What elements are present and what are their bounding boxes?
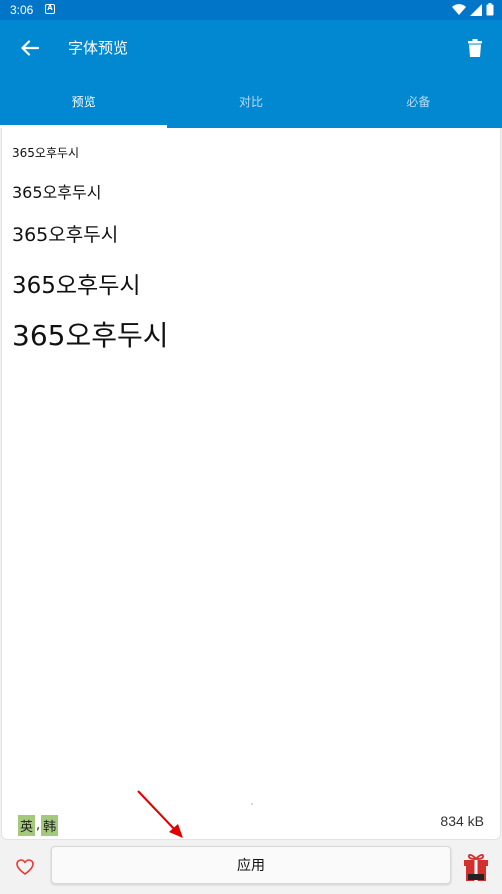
preview-line-xl: 365오후두시 [12,319,169,352]
gift-button[interactable] [462,852,490,882]
tab-essentials[interactable]: 必备 [335,75,502,128]
preview-line-xs: 365오후두시 [12,146,80,160]
signal-icon [470,3,482,16]
heart-icon [16,859,34,875]
notification-icon: A [45,4,55,14]
tab-preview[interactable]: 预览 [0,75,168,128]
scroll-dot [251,803,253,805]
preview-line-l: 365오후두시 [12,273,141,299]
favorite-button[interactable] [13,856,37,878]
back-button[interactable] [14,32,46,64]
tab-bar: 预览 对比 必备 [0,75,502,128]
apply-button[interactable]: 应用 [51,846,451,884]
preview-line-s: 365오후두시 [12,183,102,202]
wifi-icon [452,3,466,15]
back-arrow-icon [21,40,39,56]
tab-compare[interactable]: 对比 [167,75,334,128]
lang-tag-korean: 韩 [41,815,59,836]
file-size: 834 kB [440,813,484,829]
delete-button[interactable] [462,34,488,62]
page-title: 字体预览 [68,39,129,57]
status-bar: 3:06 A [0,0,502,20]
lang-tag-english: 英 [18,815,36,836]
app-bar: 字体预览 [0,20,502,75]
status-time: 3:06 [10,3,34,17]
gift-icon [464,854,488,881]
bottom-bar: 应用 [0,840,502,894]
preview-card: 365오후두시 365오후두시 365오후두시 365오후두시 365오후두시 … [1,128,501,840]
battery-icon [486,3,494,16]
trash-icon [468,39,482,57]
language-tags: 英 , 韩 [18,815,59,836]
preview-line-m: 365오후두시 [12,224,119,246]
status-icons [452,3,494,16]
